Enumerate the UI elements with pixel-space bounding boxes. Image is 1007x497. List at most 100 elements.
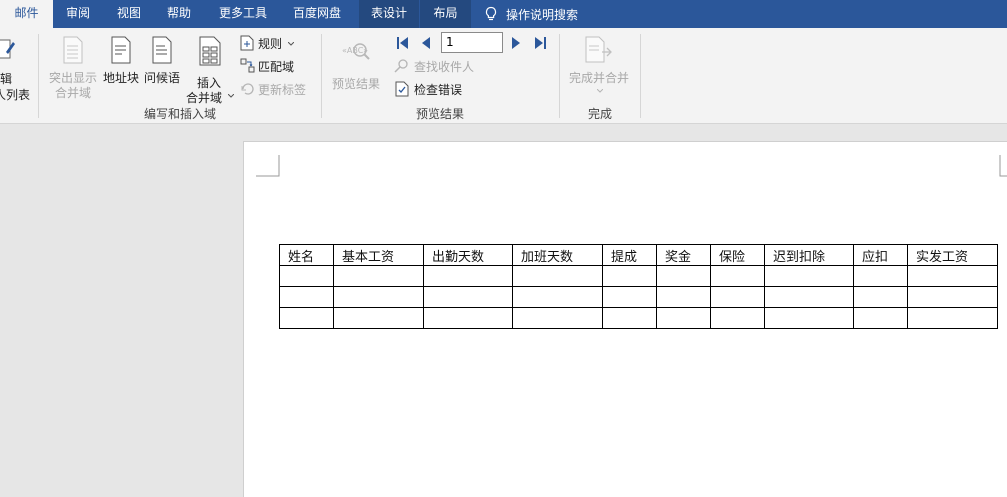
insert-merge-field-button[interactable]: 插入 合并域 [184,34,236,105]
table-header-cell[interactable]: 奖金 [656,244,711,266]
edit-list-label-1: 辑 [0,72,13,86]
table-cell[interactable] [853,265,908,287]
table-cell[interactable] [602,286,657,308]
table-header-cell[interactable]: 提成 [602,244,657,266]
check-errors-label: 检查错误 [414,83,463,97]
table-cell[interactable] [602,307,657,329]
address-block-label: 地址块 [103,71,140,85]
tab-table-design[interactable]: 表设计 [359,0,419,28]
group-separator [559,34,560,118]
insert-field-label-2: 合并域 [186,91,223,105]
group-separator [38,34,39,118]
table-cell[interactable] [907,265,998,287]
previous-record-icon[interactable] [420,36,432,50]
preview-abc-icon: «ABC» [342,43,370,60]
edit-list-icon [0,39,15,59]
table-cell[interactable] [907,307,998,329]
record-number-input[interactable]: 1 [441,32,503,53]
next-record-icon[interactable] [510,36,522,50]
table-header-cell[interactable]: 保险 [710,244,765,266]
first-record-icon[interactable] [396,36,410,50]
table-header-cell[interactable]: 实发工资 [907,244,998,266]
insert-merge-field-icon [199,36,221,66]
tab-review[interactable]: 审阅 [55,0,101,28]
table-header-cell[interactable]: 基本工资 [333,244,424,266]
table-cell[interactable] [423,307,513,329]
ribbon-tab-bar: 邮件 审阅 视图 帮助 更多工具 百度网盘 表设计 布局 操作说明搜索 [0,0,1007,28]
chevron-down-icon [228,94,234,98]
table-cell[interactable] [710,307,765,329]
update-labels-label: 更新标签 [258,83,307,97]
table-cell[interactable] [656,265,711,287]
chevron-down-icon [597,89,603,93]
highlight-label-2: 合并域 [55,86,92,100]
table-cell[interactable] [512,307,603,329]
match-fields-label: 匹配域 [258,60,295,74]
tab-layout[interactable]: 布局 [420,0,471,28]
group-separator [640,34,641,118]
find-recipient-label: 查找收件人 [414,60,475,74]
table-row [279,265,998,287]
tab-view[interactable]: 视图 [106,0,152,28]
table-cell[interactable] [279,286,334,308]
tell-me-search[interactable]: 操作说明搜索 [484,0,578,28]
preview-results-label: 预览结果 [332,77,381,91]
group-label-preview: 预览结果 [416,107,465,121]
table-header-cell[interactable]: 加班天数 [512,244,603,266]
edit-recipient-list-button[interactable]: 辑 人列表 [0,38,34,102]
table-cell[interactable] [512,286,603,308]
match-fields-button[interactable]: 匹配域 [240,57,304,75]
table-header-cell[interactable]: 应扣 [853,244,908,266]
table-cell[interactable] [333,265,424,287]
rules-button[interactable]: 规则 [240,34,304,52]
finish-merge-icon [585,36,612,63]
table-header-cell[interactable]: 姓名 [279,244,334,266]
lightbulb-icon [485,6,497,21]
address-block-button[interactable]: 地址块 [101,34,141,86]
table-header-cell[interactable]: 出勤天数 [423,244,513,266]
table-cell[interactable] [333,307,424,329]
highlight-merge-fields-button[interactable]: 突出显示 合并域 [46,34,100,100]
rules-icon [240,35,254,51]
table-cell[interactable] [656,307,711,329]
table-cell[interactable] [423,265,513,287]
table-header-cell[interactable]: 迟到扣除 [764,244,854,266]
last-record-icon[interactable] [533,36,547,50]
table-cell[interactable] [333,286,424,308]
table-cell[interactable] [279,307,334,329]
finish-and-merge-button[interactable]: 完成并合并 [566,34,634,100]
table-cell[interactable] [710,286,765,308]
group-separator [321,34,322,118]
greeting-line-label: 问候语 [144,71,181,85]
table-cell[interactable] [279,265,334,287]
update-labels-button[interactable]: 更新标签 [240,80,312,98]
tab-mailings[interactable]: 邮件 [0,0,53,28]
margin-corner-mark [999,155,1007,177]
table-row [279,286,998,308]
group-label-write-insert: 编写和插入域 [144,107,217,121]
find-recipient-button[interactable]: 查找收件人 [394,57,484,75]
address-block-icon [111,36,131,64]
preview-results-button[interactable]: «ABC» 预览结果 [328,34,384,94]
table-cell[interactable] [853,307,908,329]
margin-corner-mark [256,155,280,177]
tab-baidu-netdisk[interactable]: 百度网盘 [284,0,350,28]
table-cell[interactable] [602,265,657,287]
tab-more-tools[interactable]: 更多工具 [210,0,276,28]
table-cell[interactable] [853,286,908,308]
table-header-row: 姓名 基本工资 出勤天数 加班天数 提成 奖金 保险 迟到扣除 应扣 实发工资 [279,244,998,266]
highlight-fields-icon [63,36,83,64]
greeting-line-button[interactable]: 问候语 [143,34,183,86]
table-cell[interactable] [512,265,603,287]
check-errors-button[interactable]: 检查错误 [394,80,474,98]
salary-table[interactable]: 姓名 基本工资 出勤天数 加班天数 提成 奖金 保险 迟到扣除 应扣 实发工资 [279,244,998,329]
table-cell[interactable] [764,265,854,287]
table-cell[interactable] [764,286,854,308]
table-cell[interactable] [710,265,765,287]
table-cell[interactable] [423,286,513,308]
table-cell[interactable] [764,307,854,329]
table-cell[interactable] [656,286,711,308]
check-errors-icon [395,81,409,97]
table-cell[interactable] [907,286,998,308]
tab-help[interactable]: 帮助 [156,0,202,28]
